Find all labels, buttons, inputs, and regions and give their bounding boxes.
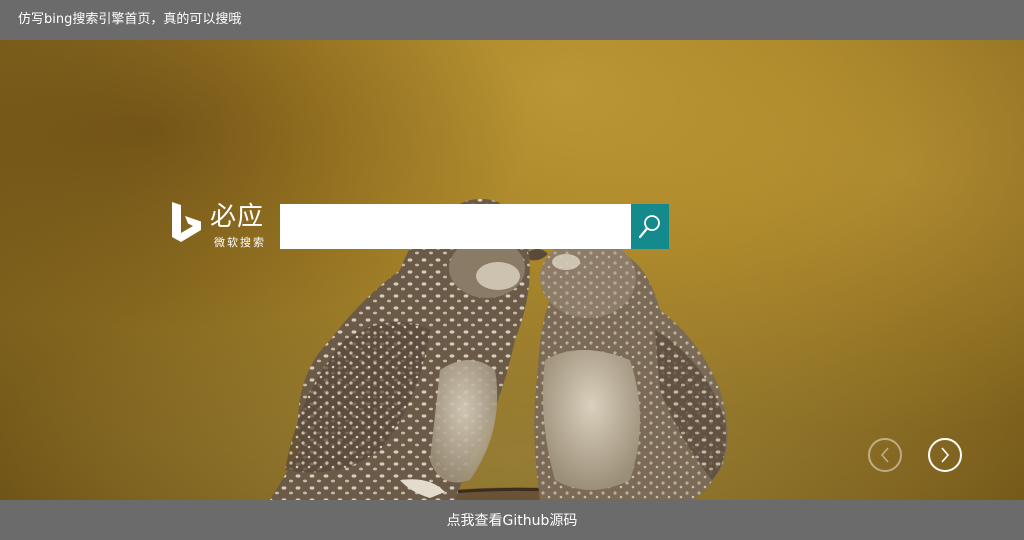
search-icon: [638, 214, 660, 238]
carousel-prev-button[interactable]: [868, 438, 902, 472]
brand-subtitle: 微软搜索: [214, 236, 266, 249]
bing-logo[interactable]: 必应 微软搜索: [170, 198, 270, 258]
search-input[interactable]: [280, 204, 631, 249]
page: 仿写bing搜索引擎首页，真的可以搜哦 必应 微软搜索 点我查看Github源码: [0, 0, 1024, 540]
chevron-left-icon: [880, 447, 889, 463]
bing-b-icon: [172, 202, 201, 242]
carousel-next-button[interactable]: [928, 438, 962, 472]
background-image: 必应 微软搜索: [0, 40, 1024, 500]
page-title: 仿写bing搜索引擎首页，真的可以搜哦: [18, 12, 242, 27]
search-button[interactable]: [631, 204, 669, 249]
top-bar: 仿写bing搜索引擎首页，真的可以搜哦: [0, 0, 1024, 40]
footer-bar: 点我查看Github源码: [0, 500, 1024, 540]
brand-name: 必应: [210, 202, 265, 232]
github-source-link[interactable]: 点我查看Github源码: [447, 513, 578, 529]
chevron-right-icon: [941, 447, 950, 463]
owls-photo: [270, 199, 728, 500]
